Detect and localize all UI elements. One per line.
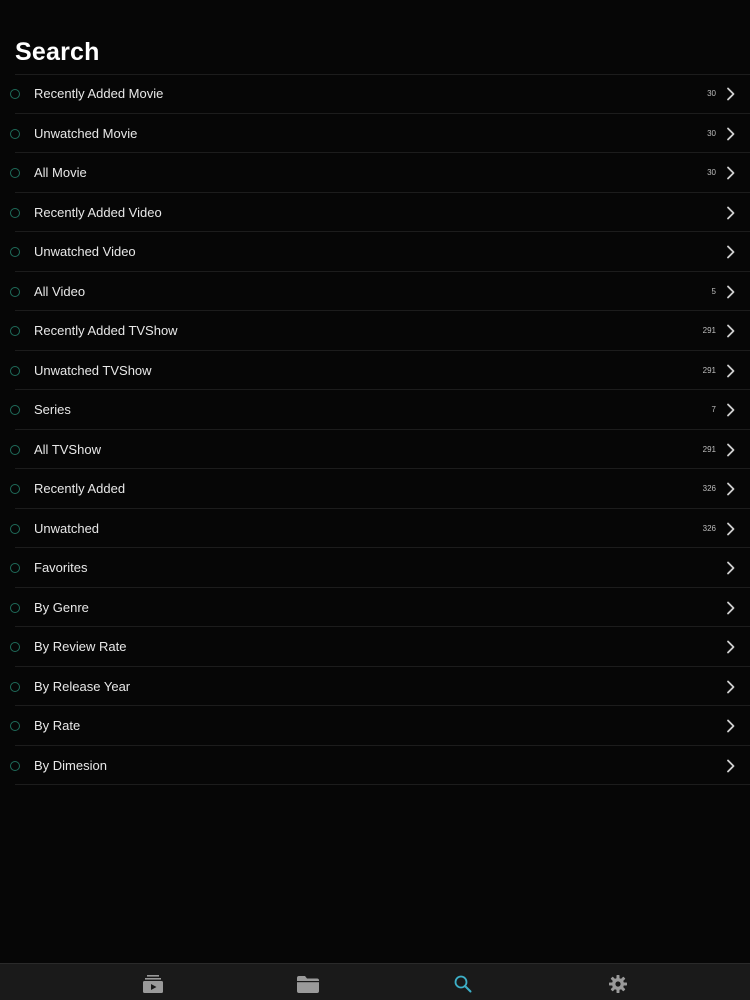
chevron-right-icon — [727, 364, 735, 377]
list-item[interactable]: Recently Added Video — [10, 193, 750, 232]
list-item[interactable]: Favorites — [10, 548, 750, 588]
search-icon — [454, 975, 472, 993]
status-dot-icon — [10, 484, 20, 494]
folder-icon — [297, 975, 319, 993]
list-item-label: All Video — [34, 283, 86, 299]
chevron-right-icon — [727, 522, 735, 535]
list-item-count: 7 — [711, 405, 716, 414]
list-item-label: Recently Added — [34, 481, 126, 496]
list-item[interactable]: All Movie 30 — [10, 153, 750, 193]
tab-settings[interactable] — [607, 974, 629, 994]
status-dot-icon — [10, 760, 20, 771]
chevron-right-icon — [727, 561, 735, 575]
status-dot-icon — [10, 563, 20, 573]
chevron-right-icon — [727, 245, 735, 259]
chevron-right-icon — [727, 127, 735, 140]
list-item-label: Recently Added TVShow — [34, 323, 178, 338]
list-item-count: 5 — [711, 286, 716, 296]
status-dot-icon — [10, 642, 20, 652]
list-item-count: 326 — [702, 484, 716, 493]
status-dot-icon — [10, 602, 20, 613]
page-title: Search — [15, 38, 100, 66]
chevron-right-icon — [727, 87, 735, 101]
list-item-label: Recently Added Movie — [34, 86, 164, 101]
status-dot-icon — [10, 128, 20, 139]
list-item[interactable]: By Release Year — [10, 667, 750, 706]
list-item[interactable]: By Rate — [10, 706, 750, 746]
tab-media-library[interactable] — [142, 974, 164, 994]
status-dot-icon — [10, 721, 20, 731]
list-item-count: 291 — [702, 326, 716, 335]
chevron-right-icon — [727, 206, 735, 219]
search-screen: Search Recently Added Movie 30 Unwatched M… — [0, 0, 750, 1000]
list-item[interactable]: By Dimesion — [10, 746, 750, 785]
list-item-label: By Dimesion — [34, 757, 107, 773]
search-category-list: Recently Added Movie 30 Unwatched Movie 30 A… — [0, 74, 750, 785]
status-dot-icon — [10, 286, 20, 297]
list-item[interactable]: By Review Rate — [10, 627, 750, 667]
list-item-label: Unwatched — [34, 520, 100, 536]
status-dot-icon — [10, 168, 20, 178]
list-item[interactable]: Recently Added Movie 30 — [10, 74, 750, 114]
list-item-label: By Review Rate — [34, 639, 127, 654]
status-dot-icon — [10, 681, 20, 692]
chevron-right-icon — [727, 443, 735, 456]
list-item[interactable]: Series 7 — [10, 390, 750, 430]
chevron-right-icon — [727, 759, 735, 772]
list-item[interactable]: Unwatched Video — [10, 232, 750, 272]
status-dot-icon — [10, 207, 20, 218]
list-item-label: By Release Year — [34, 678, 131, 694]
list-item-label: Recently Added Video — [34, 204, 162, 220]
list-item[interactable]: Unwatched TVShow 291 — [10, 351, 750, 390]
list-item-count: 326 — [702, 523, 716, 533]
list-item-count: 30 — [707, 168, 716, 177]
status-dot-icon — [10, 89, 20, 99]
chevron-right-icon — [727, 285, 735, 298]
list-item-label: Unwatched Video — [34, 244, 136, 259]
list-item[interactable]: Recently Added 326 — [10, 469, 750, 509]
chevron-right-icon — [727, 166, 735, 180]
chevron-right-icon — [727, 403, 735, 417]
chevron-right-icon — [727, 482, 735, 496]
list-item-label: All TVShow — [34, 441, 101, 457]
list-item-count: 30 — [707, 128, 716, 138]
chevron-right-icon — [727, 640, 735, 654]
list-item[interactable]: Unwatched Movie 30 — [10, 114, 750, 153]
gear-icon — [609, 975, 627, 993]
list-item[interactable]: All TVShow 291 — [10, 430, 750, 469]
status-dot-icon — [10, 405, 20, 415]
list-item-label: Favorites — [34, 560, 88, 575]
list-item[interactable]: By Genre — [10, 588, 750, 627]
status-dot-icon — [10, 523, 20, 534]
chevron-right-icon — [727, 324, 735, 338]
status-dot-icon — [10, 444, 20, 455]
status-dot-icon — [10, 326, 20, 336]
list-item[interactable]: All Video 5 — [10, 272, 750, 311]
list-item-count: 291 — [702, 444, 716, 454]
status-dot-icon — [10, 365, 20, 376]
list-item[interactable]: Unwatched 326 — [10, 509, 750, 548]
list-item-label: Unwatched Movie — [34, 125, 138, 141]
media-library-icon — [143, 975, 163, 993]
list-item-count: 30 — [707, 89, 716, 98]
tab-search[interactable] — [452, 974, 474, 994]
chevron-right-icon — [727, 601, 735, 614]
list-item[interactable]: Recently Added TVShow 291 — [10, 311, 750, 351]
chevron-right-icon — [727, 719, 735, 733]
list-item-label: By Genre — [34, 599, 89, 615]
list-item-label: Series — [34, 402, 71, 417]
list-item-count: 291 — [702, 365, 716, 375]
chevron-right-icon — [727, 680, 735, 693]
list-item-label: Unwatched TVShow — [34, 362, 152, 378]
tab-folders[interactable] — [297, 974, 319, 994]
status-dot-icon — [10, 247, 20, 257]
list-item-label: All Movie — [34, 165, 87, 180]
tab-bar — [0, 963, 750, 1000]
list-item-label: By Rate — [34, 718, 81, 733]
